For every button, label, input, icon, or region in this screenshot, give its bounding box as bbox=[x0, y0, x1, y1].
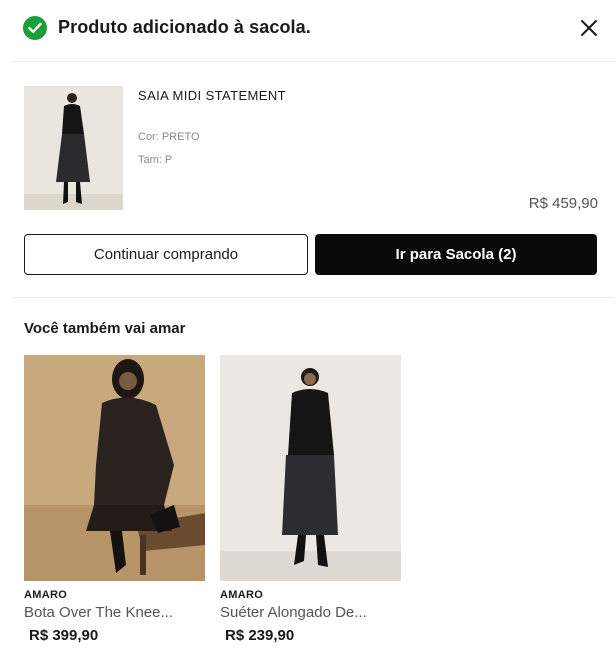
recommendation-brand: AMARO bbox=[24, 589, 68, 601]
product-color: Cor: PRETO bbox=[138, 131, 200, 143]
recommendation-image[interactable] bbox=[220, 355, 401, 581]
recommendation-name[interactable]: Suéter Alongado De... bbox=[220, 604, 367, 621]
recommendation-price: R$ 239,90 bbox=[225, 627, 295, 644]
product-price: R$ 459,90 bbox=[528, 195, 598, 212]
product-thumbnail bbox=[24, 86, 123, 210]
product-size: Tam: P bbox=[138, 154, 173, 166]
go-to-bag-button[interactable]: Ir para Sacola (2) bbox=[315, 234, 597, 275]
continue-shopping-button[interactable]: Continuar comprando bbox=[24, 234, 308, 275]
header-divider bbox=[12, 61, 614, 62]
section-divider bbox=[12, 297, 614, 298]
header-title: Produto adicionado à sacola. bbox=[58, 17, 311, 37]
recommendation-brand: AMARO bbox=[220, 589, 264, 601]
product-name: SAIA MIDI STATEMENT bbox=[138, 88, 286, 103]
notification-header: Produto adicionado à sacola. bbox=[0, 0, 616, 60]
recommendation-image[interactable] bbox=[24, 355, 205, 581]
recommendations-title: Você também vai amar bbox=[24, 320, 186, 337]
close-icon[interactable] bbox=[577, 16, 601, 40]
check-circle-icon bbox=[23, 16, 47, 40]
recommendation-name[interactable]: Bota Over The Knee... bbox=[24, 604, 173, 621]
recommendation-price: R$ 399,90 bbox=[29, 627, 99, 644]
